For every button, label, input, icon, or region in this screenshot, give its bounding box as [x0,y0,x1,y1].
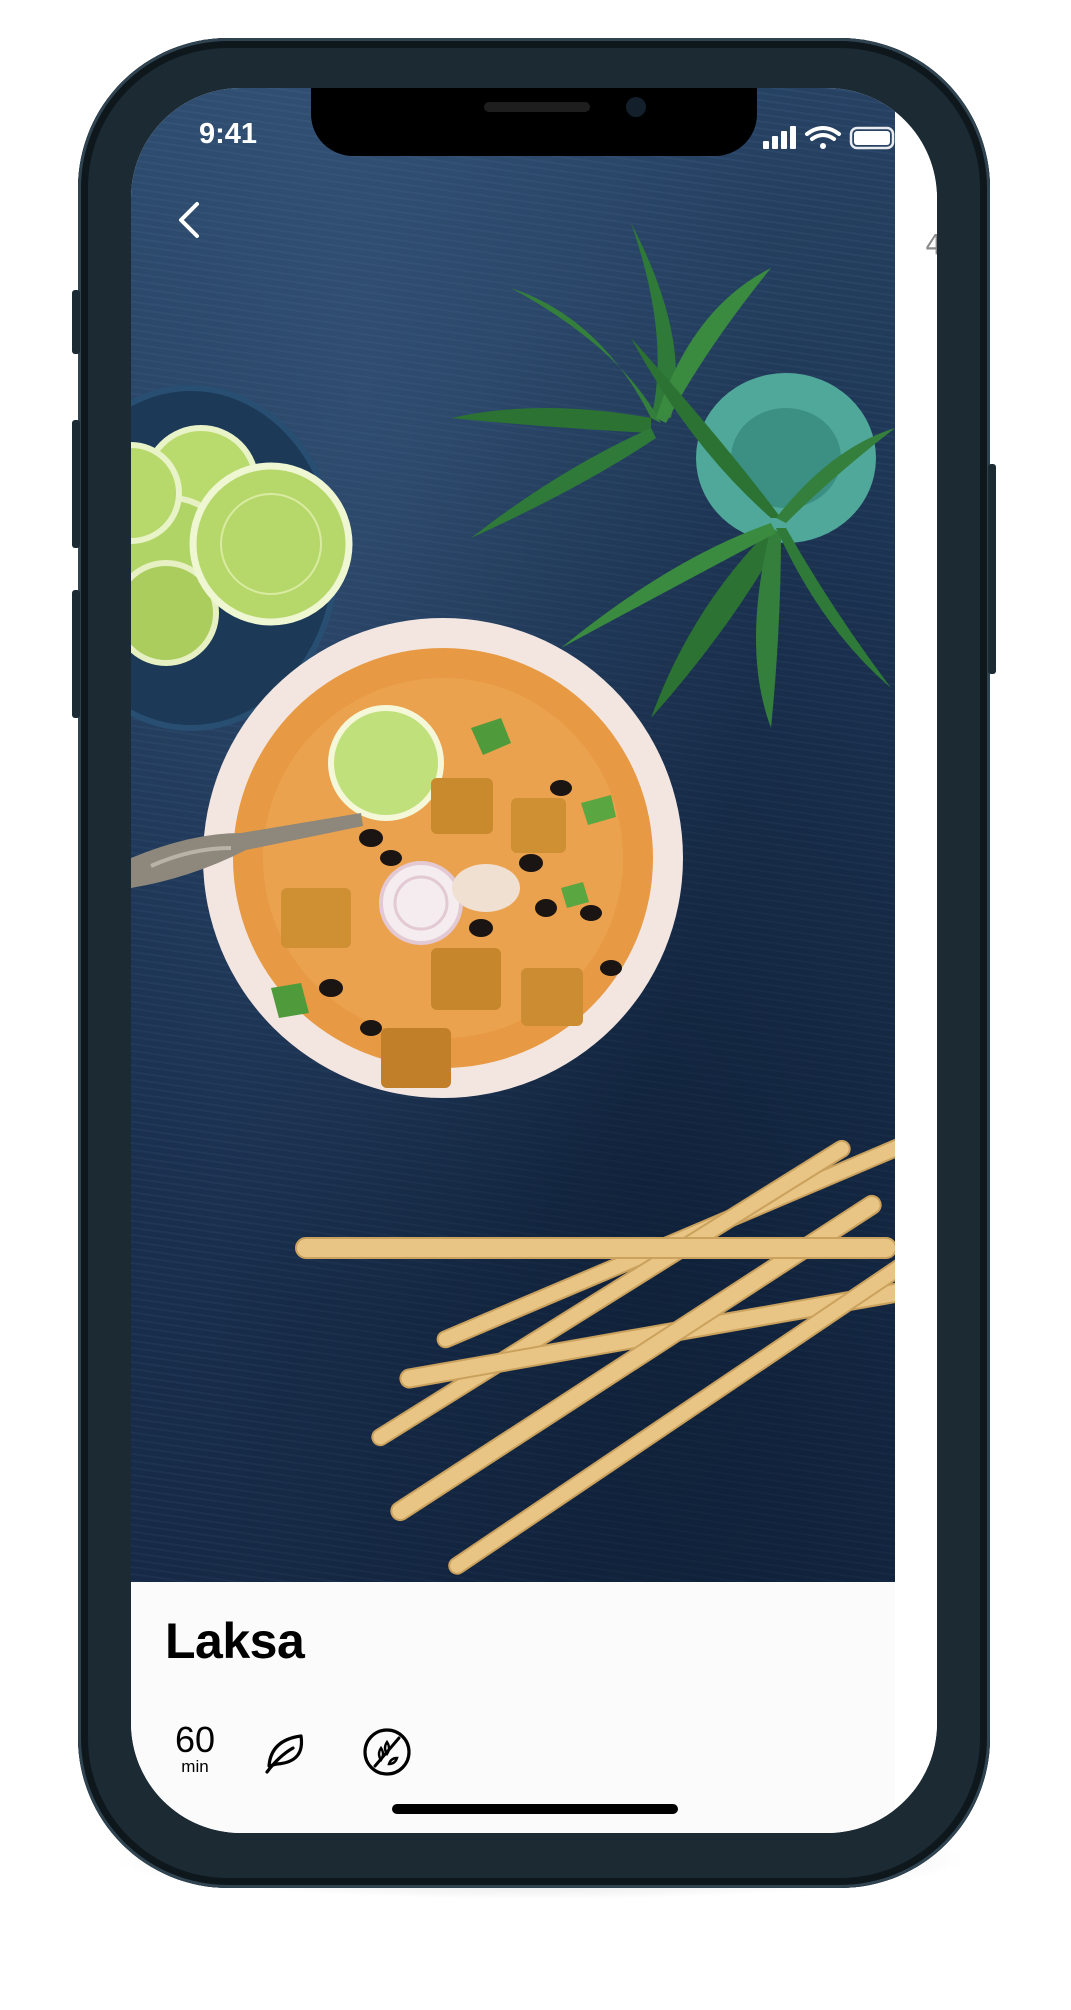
cellular-signal-icon [763,126,796,149]
chevron-left-icon [179,202,199,238]
back-button[interactable] [167,196,215,244]
photo-illustration [131,223,895,1575]
recipe-title: Laksa [165,1613,305,1669]
volume-down-button [72,590,80,718]
soup-bowl [203,618,683,1098]
camera-icon [626,97,646,117]
mute-switch [72,290,80,354]
cooking-time-value: 60 [174,1719,216,1760]
device-mockup: 4 9:41 Laksa 60 min [0,0,1071,2010]
power-button [988,464,996,674]
speaker-grille [484,102,590,112]
battery-icon [849,126,898,150]
cooking-time-unit: min [181,1757,209,1776]
breadsticks [295,1117,895,1575]
next-card-text: 4 [925,228,937,261]
app-screen: 4 9:41 Laksa 60 min [131,88,937,1833]
no-gluten-icon [363,1728,411,1776]
next-recipe-card[interactable]: 4 [895,192,937,1792]
leaf-icon [265,1734,304,1774]
recipe-photo [131,88,895,1582]
status-time: 9:41 [199,118,258,150]
cooking-time: 60 min [165,1722,225,1776]
home-indicator[interactable] [392,1804,678,1814]
status-icons [763,124,903,152]
recipe-info-card[interactable]: Laksa 60 min [131,1582,895,1833]
wifi-icon [805,126,841,149]
vegetarian-badge [261,1726,313,1778]
gluten-free-badge [361,1726,413,1778]
notch [311,88,757,156]
volume-up-button [72,420,80,548]
